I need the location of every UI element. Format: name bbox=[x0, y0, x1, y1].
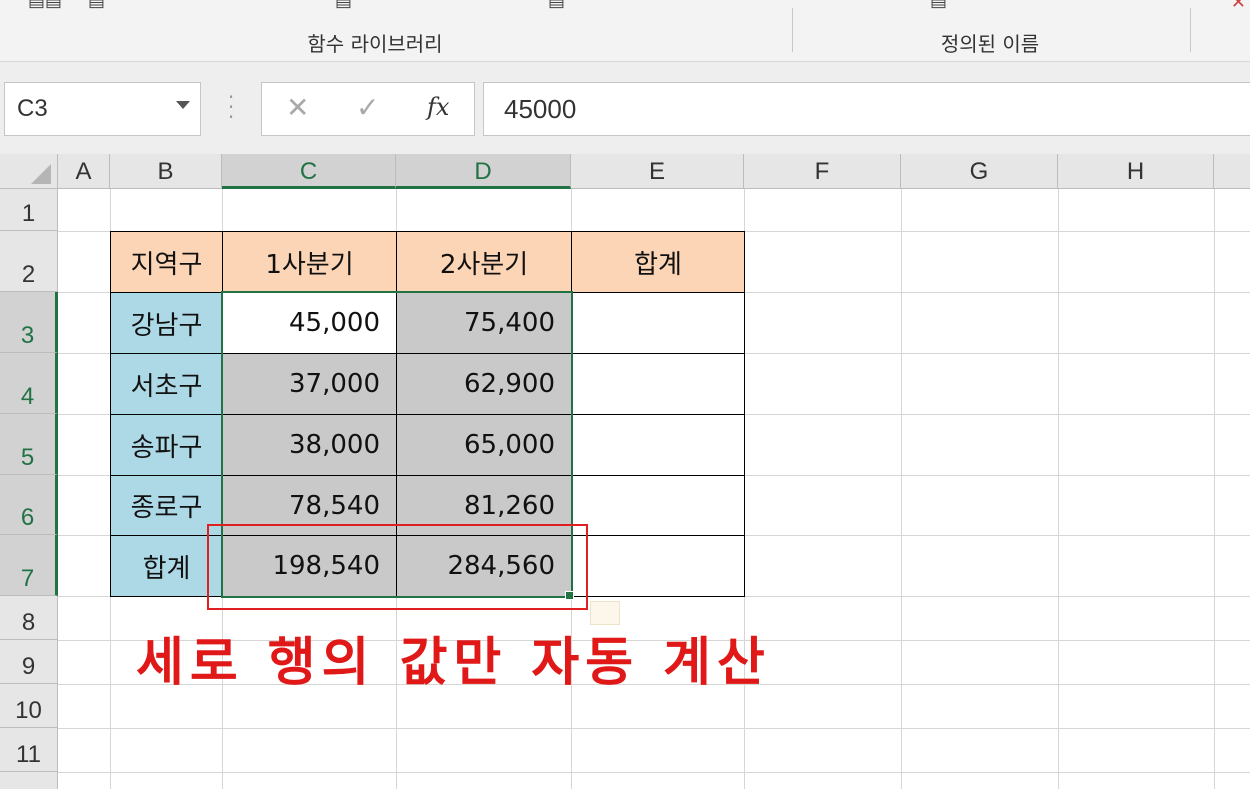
row-number: 7 bbox=[20, 565, 35, 592]
row-number: 2 bbox=[21, 261, 36, 288]
district-cell[interactable]: 강남구 bbox=[110, 292, 223, 354]
ribbon-icon[interactable]: ▤ bbox=[335, 0, 352, 11]
annotation-text: 세로 행의 값만 자동 계산 bbox=[136, 633, 771, 693]
ribbon-group-defined-names: 정의된 이름 bbox=[940, 32, 1040, 56]
column-header-g[interactable]: G bbox=[901, 154, 1058, 189]
q2-cell[interactable]: 75,400 bbox=[396, 292, 572, 354]
enter-icon[interactable]: ✓ bbox=[356, 91, 379, 124]
q1-cell[interactable]: 38,000 bbox=[222, 414, 397, 476]
row-header-7[interactable]: 7 bbox=[0, 535, 58, 596]
table-header-total[interactable]: 합계 bbox=[571, 231, 745, 293]
formula-buttons: ✕ ✓ fx bbox=[261, 82, 475, 136]
formula-value[interactable]: 45000 bbox=[504, 94, 576, 125]
gridline bbox=[1214, 189, 1215, 789]
total-cell[interactable] bbox=[571, 475, 745, 536]
row-number: 1 bbox=[21, 200, 36, 227]
row-header-4[interactable]: 4 bbox=[0, 353, 58, 414]
column-header-d[interactable]: D bbox=[396, 154, 571, 189]
table-header-district[interactable]: 지역구 bbox=[110, 231, 223, 293]
row-header-10[interactable]: 10 bbox=[0, 684, 58, 728]
row-number: 5 bbox=[20, 444, 35, 471]
insert-function-button[interactable]: fx bbox=[427, 93, 449, 121]
row-header-1[interactable]: 1 bbox=[0, 189, 58, 231]
row-header-2[interactable]: 2 bbox=[0, 231, 58, 292]
gridline bbox=[58, 772, 1250, 773]
row-header-11[interactable]: 11 bbox=[0, 728, 58, 772]
gridline bbox=[58, 728, 1250, 729]
row-header-12[interactable] bbox=[0, 772, 58, 789]
row-number: 11 bbox=[16, 741, 41, 768]
total-cell[interactable] bbox=[571, 292, 745, 354]
q2-cell[interactable]: 62,900 bbox=[396, 353, 572, 415]
row-number: 4 bbox=[20, 383, 35, 410]
gridline bbox=[901, 189, 902, 789]
highlight-box bbox=[207, 524, 588, 610]
select-all-button[interactable] bbox=[0, 154, 58, 189]
ribbon: ▤▤ ▤ ▤ ▤ ▤ 함수 라이브러리 정의된 이름 ✕ bbox=[0, 0, 1250, 62]
row-header-3[interactable]: 3 bbox=[0, 292, 58, 353]
column-header-e[interactable]: E bbox=[571, 154, 744, 189]
ribbon-separator bbox=[1190, 8, 1191, 52]
column-header-b[interactable]: B bbox=[110, 154, 222, 189]
q2-cell[interactable]: 65,000 bbox=[396, 414, 572, 476]
row-number: 3 bbox=[20, 322, 35, 349]
row-header-9[interactable]: 9 bbox=[0, 640, 58, 684]
ribbon-close-icon[interactable]: ✕ bbox=[1231, 0, 1246, 13]
name-box[interactable]: C3 bbox=[4, 82, 201, 136]
row-number: 9 bbox=[21, 653, 36, 680]
cancel-icon[interactable]: ✕ bbox=[286, 91, 309, 124]
ribbon-icon[interactable]: ▤ bbox=[548, 0, 565, 11]
district-cell[interactable]: 송파구 bbox=[110, 414, 223, 476]
name-box-value[interactable]: C3 bbox=[17, 95, 48, 123]
select-all-icon bbox=[31, 164, 51, 184]
row-number: 6 bbox=[20, 504, 35, 531]
table-header-q1[interactable]: 1사분기 bbox=[222, 231, 397, 293]
total-cell[interactable] bbox=[571, 353, 745, 415]
row-number: 8 bbox=[21, 609, 36, 636]
ribbon-icon[interactable]: ▤ bbox=[88, 0, 105, 11]
q1-cell[interactable]: 37,000 bbox=[222, 353, 397, 415]
formula-input[interactable]: 45000 bbox=[483, 82, 1250, 136]
column-header-a[interactable]: A bbox=[58, 154, 110, 189]
ribbon-icon-strip: ▤▤ ▤ ▤ ▤ ▤ bbox=[0, 0, 1250, 12]
ribbon-group-function-library: 함수 라이브러리 bbox=[307, 32, 443, 56]
grip-icon[interactable]: · · · bbox=[226, 87, 236, 127]
row-header-5[interactable]: 5 bbox=[0, 414, 58, 475]
total-cell[interactable] bbox=[571, 414, 745, 476]
worksheet-grid[interactable]: A B C D E F G H 1 2 3 4 5 6 7 8 9 10 11 … bbox=[0, 154, 1250, 789]
column-header-h[interactable]: H bbox=[1058, 154, 1214, 189]
row-header-6[interactable]: 6 bbox=[0, 475, 58, 535]
sum-total-cell[interactable] bbox=[571, 535, 745, 597]
ribbon-icon[interactable]: ▤ bbox=[930, 0, 947, 11]
ribbon-icon[interactable]: ▤▤ bbox=[28, 0, 62, 11]
active-cell-c3[interactable]: 45,000 bbox=[222, 292, 397, 354]
chevron-down-icon[interactable] bbox=[176, 101, 190, 109]
column-header-c[interactable]: C bbox=[222, 154, 396, 189]
ribbon-separator bbox=[792, 8, 793, 52]
row-header-8[interactable]: 8 bbox=[0, 596, 58, 640]
gridline bbox=[1058, 189, 1059, 789]
column-header-f[interactable]: F bbox=[744, 154, 901, 189]
column-header-next[interactable] bbox=[1214, 154, 1250, 189]
district-cell[interactable]: 서초구 bbox=[110, 353, 223, 415]
row-number: 10 bbox=[15, 697, 42, 724]
table-header-q2[interactable]: 2사분기 bbox=[396, 231, 572, 293]
formula-bar: C3 · · · ✕ ✓ fx 45000 bbox=[0, 62, 1250, 154]
